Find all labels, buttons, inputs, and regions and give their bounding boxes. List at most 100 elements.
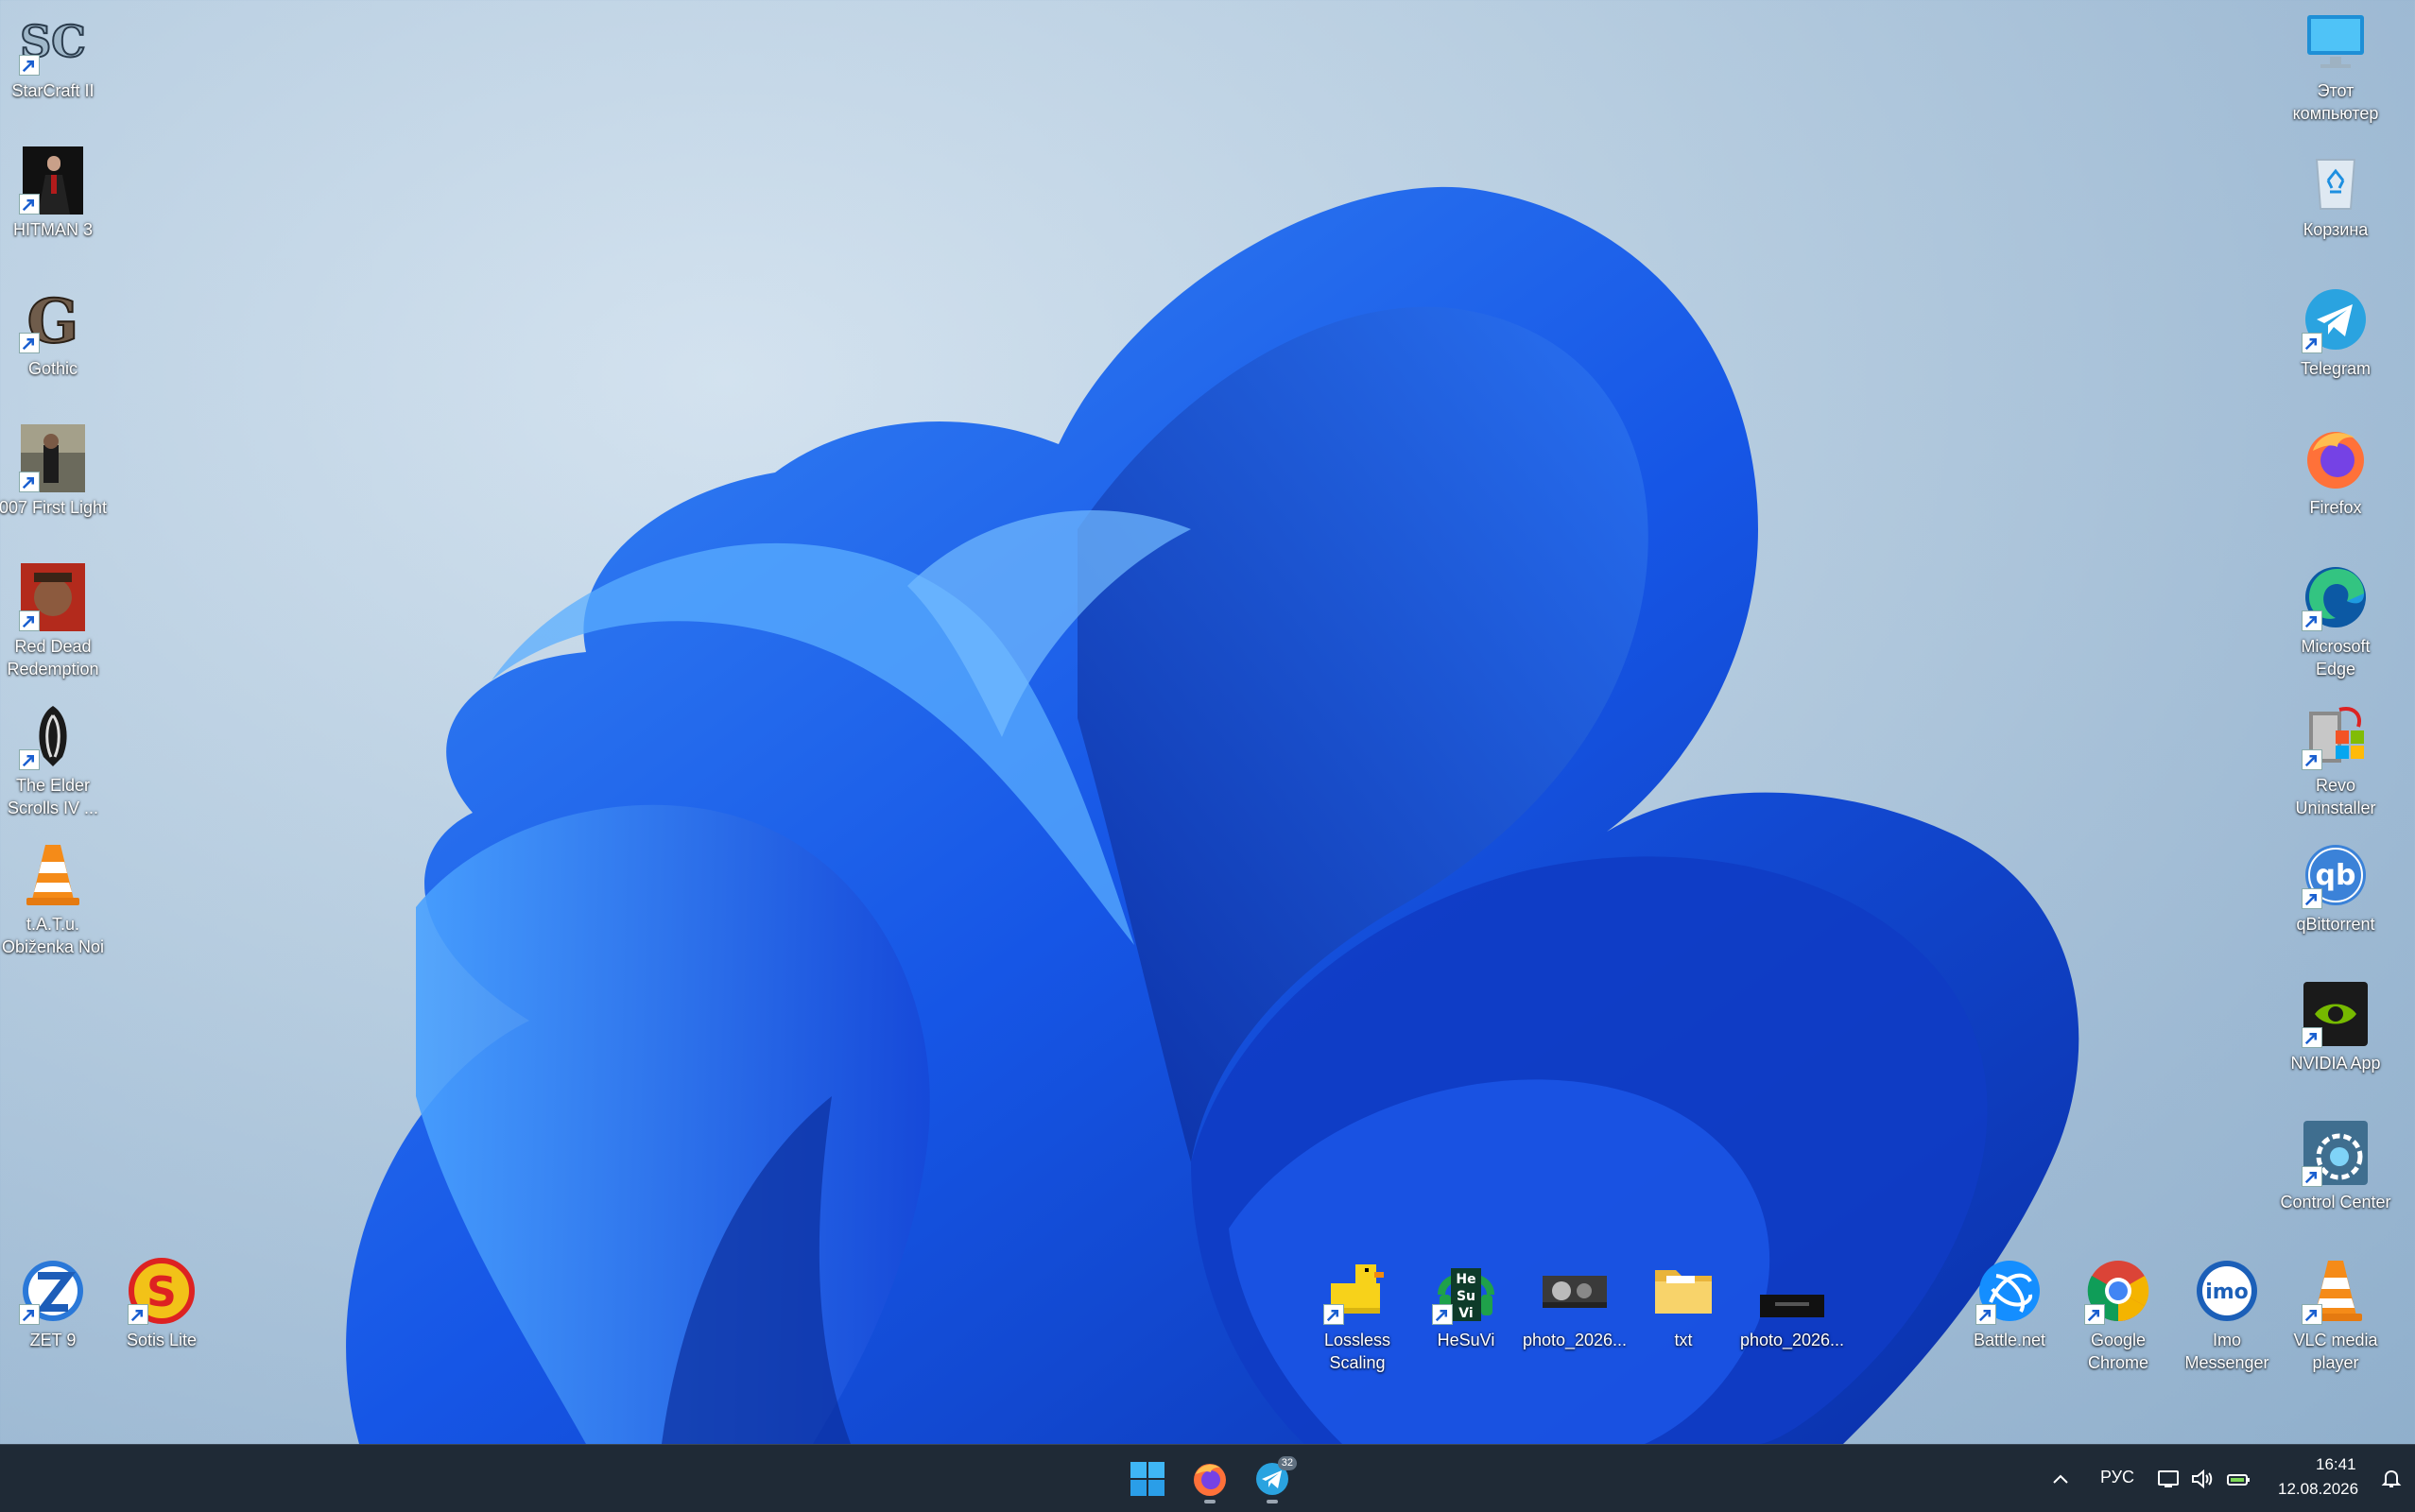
photo-thumbnail-icon [1760,1295,1824,1317]
desktop-icon-nvidia[interactable]: NVIDIA App [2280,980,2391,1074]
desktop-icon-this-pc[interactable]: Этот компьютер [2280,8,2391,125]
shortcut-arrow-icon [1975,1304,1996,1325]
this-pc-icon [2307,15,2364,68]
desktop-icon-label: The Elder Scrolls IV ... [7,776,99,817]
desktop-icon-label: Red Dead Redemption [7,637,99,679]
start-button[interactable] [1121,1452,1174,1505]
desktop-icon-oblivion[interactable]: The Elder Scrolls IV ... [0,702,109,819]
wallpaper-bloom [346,186,2079,1444]
shortcut-arrow-icon [128,1304,148,1325]
desktop-icon-label: NVIDIA App [2290,1054,2381,1073]
volume-icon[interactable] [2189,1466,2216,1492]
desktop-icon-hitman[interactable]: HITMAN 3 [0,146,109,241]
firefox-icon [2307,432,2364,489]
desktop-icon-label: VLC media player [2293,1331,2378,1372]
svg-text:Su: Su [1457,1289,1475,1304]
desktop-icon-label: Telegram [2300,359,2372,378]
desktop-icon-battlenet[interactable]: Battle.net [1954,1257,2065,1351]
desktop-icon-photo-2[interactable]: photo_2026... [1736,1257,1848,1351]
telegram-badge: 32 [1277,1456,1297,1470]
desktop-icon-label: Корзина [2303,220,2369,239]
desktop-icon-label: ZET 9 [29,1331,77,1349]
shortcut-arrow-icon [1323,1304,1344,1325]
desktop-icon-qbittorrent[interactable]: qb qBittorrent [2280,841,2391,936]
desktop-icon-starcraft[interactable]: SC StarCraft II [0,8,109,102]
taskbar: 32 РУС 16:41 12.08.2026 [0,1444,2415,1512]
desktop-icon-label: HITMAN 3 [12,220,93,239]
desktop-icon-label: HeSuVi [1437,1331,1495,1349]
chevron-up-icon[interactable] [2047,1466,2074,1492]
shortcut-arrow-icon [2084,1304,2105,1325]
desktop-icon-vlc[interactable]: VLC media player [2280,1257,2391,1374]
shortcut-arrow-icon [19,333,40,353]
shortcut-arrow-icon [2302,1027,2322,1048]
recycle-bin-icon [2315,159,2356,210]
windows-start-icon [1130,1462,1164,1496]
desktop-icon-sotis-lite[interactable]: S Sotis Lite [106,1257,217,1351]
desktop-icon-label: 007 First Light [0,498,108,517]
shortcut-arrow-icon [2302,610,2322,631]
firefox-icon [1194,1464,1226,1496]
svg-text:imo: imo [2205,1280,2249,1304]
desktop-icon-chrome[interactable]: Google Chrome [2062,1257,2174,1374]
running-indicator [1267,1500,1278,1503]
desktop-icon-label: Control Center [2280,1193,2391,1211]
svg-text:S: S [147,1268,177,1316]
taskbar-firefox-button[interactable] [1183,1452,1236,1505]
desktop-icon-label: Firefox [2309,498,2362,517]
desktop-icon-gothic[interactable]: G Gothic [0,285,109,380]
desktop-icon-telegram[interactable]: Telegram [2280,285,2391,380]
desktop-icon-photo-1[interactable]: photo_2026... [1519,1257,1630,1351]
battery-icon[interactable] [2225,1466,2251,1492]
network-icon[interactable] [2155,1466,2182,1492]
desktop-icon-hesuvi[interactable]: He Su Vi HeSuVi [1410,1257,1522,1351]
desktop-icon-label: photo_2026... [1739,1331,1845,1349]
desktop-icon-lossless-scaling[interactable]: Lossless Scaling [1302,1257,1413,1374]
desktop-icon-label: Revo Uninstaller [2295,776,2376,817]
desktop-icon-tatu[interactable]: t.A.T.u. Obiženka Noi [0,841,109,958]
shortcut-arrow-icon [19,194,40,215]
desktop-icon-edge[interactable]: Microsoft Edge [2280,563,2391,680]
desktop-icon-firefox[interactable]: Firefox [2280,424,2391,519]
desktop-icon-label: qBittorrent [2296,915,2375,934]
svg-text:He: He [1456,1272,1475,1287]
shortcut-arrow-icon [2302,333,2322,353]
shortcut-arrow-icon [19,472,40,492]
desktop-icon-revo[interactable]: Revo Uninstaller [2280,702,2391,819]
svg-text:Vi: Vi [1458,1306,1473,1321]
desktop-icon-label: Этот компьютер [2292,81,2379,123]
photo-thumbnail-icon [1543,1276,1607,1308]
shortcut-arrow-icon [19,55,40,76]
vlc-file-icon [26,845,79,905]
shortcut-arrow-icon [19,1304,40,1325]
shortcut-arrow-icon [2302,1166,2322,1187]
desktop-icon-label: Lossless Scaling [1323,1331,1391,1372]
shortcut-arrow-icon [2302,888,2322,909]
desktop-icon-red-dead[interactable]: Red Dead Redemption [0,563,109,680]
clock-time[interactable]: 16:41 [2316,1455,2356,1474]
desktop-icon-label: photo_2026... [1522,1331,1628,1349]
desktop-icon-label: Microsoft Edge [2301,637,2371,679]
desktop-icon-recycle-bin[interactable]: Корзина [2280,146,2391,241]
desktop-icon-zet9[interactable]: ZET 9 [0,1257,109,1351]
clock-date[interactable]: 12.08.2026 [2278,1480,2358,1499]
desktop-icon-label: Sotis Lite [126,1331,198,1349]
desktop-icon-control-center[interactable]: Control Center [2280,1119,2391,1213]
desktop-icon-txt-folder[interactable]: txt [1628,1257,1739,1351]
desktop-icon-label: StarCraft II [11,81,95,100]
taskbar-telegram-button[interactable]: 32 [1246,1452,1299,1505]
imo-icon: imo [2197,1261,2257,1321]
desktop-icon-label: Imo Messenger [2184,1331,2269,1372]
desktop-icon-label: Google Chrome [2087,1331,2149,1372]
desktop-icon-label: Gothic [27,359,78,378]
notification-bell-icon[interactable] [2378,1466,2405,1492]
shortcut-arrow-icon [2302,1304,2322,1325]
running-indicator [1204,1500,1216,1503]
shortcut-arrow-icon [2302,749,2322,770]
language-indicator[interactable]: РУС [2100,1468,2134,1487]
folder-icon [1655,1270,1712,1314]
shortcut-arrow-icon [1432,1304,1453,1325]
desktop-icon-007[interactable]: 007 First Light [0,424,109,519]
desktop-icon-label: Battle.net [1973,1331,2046,1349]
desktop-icon-imo[interactable]: imo Imo Messenger [2171,1257,2283,1374]
